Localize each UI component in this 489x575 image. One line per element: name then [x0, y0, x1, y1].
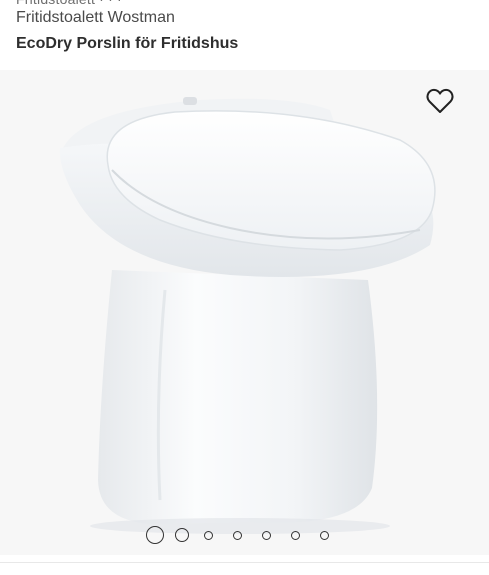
gallery-dot-3[interactable]: [204, 530, 213, 540]
product-title: EcoDry Porslin för Fritidshus: [16, 35, 239, 52]
divider: [0, 562, 489, 563]
toilet-product-image: [59, 97, 436, 534]
gallery-dot-5[interactable]: [262, 530, 271, 540]
gallery-dot-6[interactable]: [291, 530, 300, 540]
favorite-button[interactable]: [425, 87, 455, 115]
clipped-header-text: Fritidstoalett · · ·: [16, 0, 122, 7]
product-subtitle: Fritidstoalett Wostman: [16, 9, 175, 26]
product-image-gallery[interactable]: [0, 70, 489, 555]
gallery-dot-2[interactable]: [175, 528, 189, 542]
gallery-dot-7[interactable]: [320, 530, 329, 540]
gallery-pagination: [146, 526, 349, 544]
heart-outline-icon: [426, 88, 454, 113]
gallery-dot-1[interactable]: [146, 526, 164, 544]
gallery-dot-4[interactable]: [233, 530, 242, 540]
